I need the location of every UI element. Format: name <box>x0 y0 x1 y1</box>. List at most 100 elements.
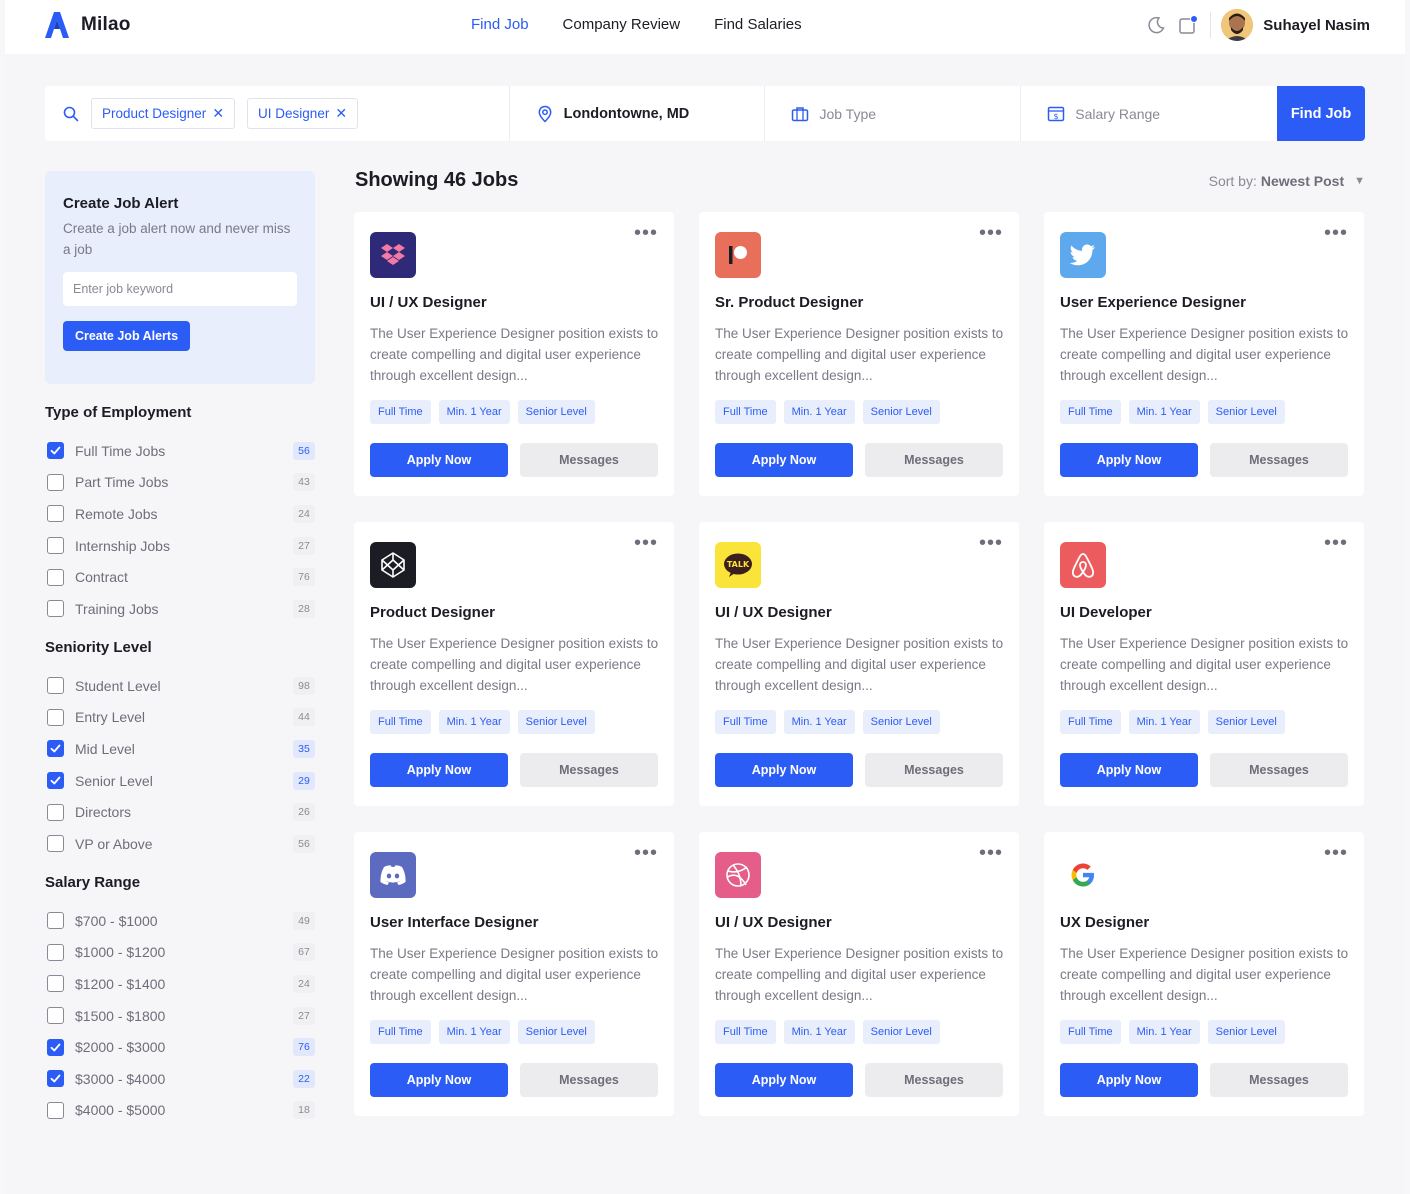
apply-now-button[interactable]: Apply Now <box>1060 753 1198 787</box>
salary-range-field[interactable]: $ Salary Range <box>1021 86 1277 141</box>
filter-option[interactable]: $3000 - $4000 22 <box>47 1063 315 1095</box>
create-job-alerts-button[interactable]: Create Job Alerts <box>63 321 190 351</box>
filter-option[interactable]: Senior Level 29 <box>47 765 315 797</box>
apply-now-button[interactable]: Apply Now <box>715 753 853 787</box>
job-tag: Full Time <box>715 1020 776 1044</box>
job-card[interactable]: ••• UI Developer The User Experience Desig… <box>1044 522 1364 806</box>
close-icon[interactable]: ✕ <box>335 105 347 122</box>
more-options-icon[interactable]: ••• <box>979 533 1003 553</box>
job-card[interactable]: ••• Sr. Product Designer The User Experien… <box>699 212 1019 496</box>
filter-checkbox[interactable] <box>47 740 64 758</box>
more-options-icon[interactable]: ••• <box>1324 223 1348 243</box>
filter-option[interactable]: VP or Above 56 <box>47 828 315 860</box>
filter-checkbox[interactable] <box>47 600 64 618</box>
filter-checkbox[interactable] <box>47 1101 64 1119</box>
more-options-icon[interactable]: ••• <box>979 223 1003 243</box>
filter-checkbox[interactable] <box>47 677 64 695</box>
filter-option[interactable]: $1000 - $1200 67 <box>47 937 315 969</box>
messages-button[interactable]: Messages <box>865 443 1003 477</box>
apply-now-button[interactable]: Apply Now <box>715 1063 853 1097</box>
sort-dropdown[interactable]: Sort by: Newest Post ▼ <box>1209 173 1365 189</box>
apply-now-button[interactable]: Apply Now <box>370 753 508 787</box>
apply-now-button[interactable]: Apply Now <box>1060 443 1198 477</box>
apply-now-button[interactable]: Apply Now <box>715 443 853 477</box>
filter-checkbox[interactable] <box>47 1007 64 1025</box>
nav-find-job[interactable]: Find Job <box>471 16 529 33</box>
filter-checkbox[interactable] <box>47 803 64 821</box>
job-card[interactable]: ••• UI / UX Designer The User Experience D… <box>354 212 674 496</box>
logo[interactable]: Milao <box>45 12 131 38</box>
user-name[interactable]: Suhayel Nasim <box>1263 17 1370 34</box>
job-type-field[interactable]: Job Type <box>765 86 1022 141</box>
location-field[interactable]: Londontowne, MD <box>510 86 766 141</box>
apply-now-button[interactable]: Apply Now <box>370 443 508 477</box>
filter-option[interactable]: $1500 - $1800 27 <box>47 1000 315 1032</box>
keyword-chip[interactable]: UI Designer ✕ <box>247 98 359 129</box>
nav-company-review[interactable]: Company Review <box>563 16 681 33</box>
filter-checkbox[interactable] <box>47 772 64 790</box>
apply-now-button[interactable]: Apply Now <box>1060 1063 1198 1097</box>
filter-count-badge: 35 <box>293 739 315 758</box>
messages-button[interactable]: Messages <box>520 1063 658 1097</box>
filter-option[interactable]: $700 - $1000 49 <box>47 905 315 937</box>
more-options-icon[interactable]: ••• <box>1324 533 1348 553</box>
filter-checkbox[interactable] <box>47 505 64 523</box>
filter-checkbox[interactable] <box>47 835 64 853</box>
moon-icon[interactable] <box>1146 15 1166 35</box>
filter-count-badge: 76 <box>293 1038 315 1057</box>
job-card[interactable]: TALK ••• UI / UX Designer The User Experien… <box>699 522 1019 806</box>
filter-checkbox[interactable] <box>47 943 64 961</box>
job-keyword-input[interactable] <box>63 272 297 306</box>
job-card[interactable]: ••• Product Designer The User Experience D… <box>354 522 674 806</box>
notification-icon[interactable] <box>1178 15 1199 35</box>
filter-option[interactable]: Part Time Jobs 43 <box>47 467 315 499</box>
messages-button[interactable]: Messages <box>865 1063 1003 1097</box>
job-tag: Senior Level <box>1207 400 1285 424</box>
filter-checkbox[interactable] <box>47 442 64 460</box>
filter-option[interactable]: Full Time Jobs 56 <box>47 435 315 467</box>
more-options-icon[interactable]: ••• <box>1324 843 1348 863</box>
messages-button[interactable]: Messages <box>520 753 658 787</box>
filter-checkbox[interactable] <box>47 1038 64 1056</box>
apply-now-button[interactable]: Apply Now <box>370 1063 508 1097</box>
filter-option[interactable]: Training Jobs 28 <box>47 593 315 625</box>
filter-checkbox[interactable] <box>47 912 64 930</box>
filter-option[interactable]: $1200 - $1400 24 <box>47 968 315 1000</box>
filter-checkbox[interactable] <box>47 537 64 555</box>
filter-title-seniority: Seniority Level <box>45 639 152 656</box>
more-options-icon[interactable]: ••• <box>979 843 1003 863</box>
filter-option[interactable]: Mid Level 35 <box>47 733 315 765</box>
filter-checkbox[interactable] <box>47 975 64 993</box>
messages-button[interactable]: Messages <box>1210 443 1348 477</box>
nav-find-salaries[interactable]: Find Salaries <box>714 16 802 33</box>
messages-button[interactable]: Messages <box>865 753 1003 787</box>
find-job-button[interactable]: Find Job <box>1277 86 1365 141</box>
avatar[interactable] <box>1221 9 1254 41</box>
filter-checkbox[interactable] <box>47 708 64 726</box>
filter-option[interactable]: $4000 - $5000 18 <box>47 1095 315 1127</box>
messages-button[interactable]: Messages <box>520 443 658 477</box>
filter-option[interactable]: Contract 76 <box>47 561 315 593</box>
filter-option[interactable]: $2000 - $3000 76 <box>47 1031 315 1063</box>
filter-option[interactable]: Remote Jobs 24 <box>47 498 315 530</box>
job-card[interactable]: ••• User Interface Designer The User Exper… <box>354 832 674 1116</box>
more-options-icon[interactable]: ••• <box>634 533 658 553</box>
more-options-icon[interactable]: ••• <box>634 223 658 243</box>
job-card[interactable]: ••• UX Designer The User Experience Design… <box>1044 832 1364 1116</box>
filter-label: VP or Above <box>75 835 153 852</box>
keyword-field[interactable]: Product Designer ✕ UI Designer ✕ <box>45 86 510 141</box>
filter-checkbox[interactable] <box>47 1070 64 1088</box>
filter-option[interactable]: Student Level 98 <box>47 670 315 702</box>
filter-checkbox[interactable] <box>47 568 64 586</box>
filter-option[interactable]: Directors 26 <box>47 796 315 828</box>
close-icon[interactable]: ✕ <box>212 105 224 122</box>
filter-option[interactable]: Internship Jobs 27 <box>47 530 315 562</box>
job-card[interactable]: ••• UI / UX Designer The User Experience D… <box>699 832 1019 1116</box>
messages-button[interactable]: Messages <box>1210 753 1348 787</box>
keyword-chip[interactable]: Product Designer ✕ <box>91 98 236 129</box>
filter-option[interactable]: Entry Level 44 <box>47 702 315 734</box>
filter-checkbox[interactable] <box>47 473 64 491</box>
more-options-icon[interactable]: ••• <box>634 843 658 863</box>
messages-button[interactable]: Messages <box>1210 1063 1348 1097</box>
job-card[interactable]: ••• User Experience Designer The User Expe… <box>1044 212 1364 496</box>
